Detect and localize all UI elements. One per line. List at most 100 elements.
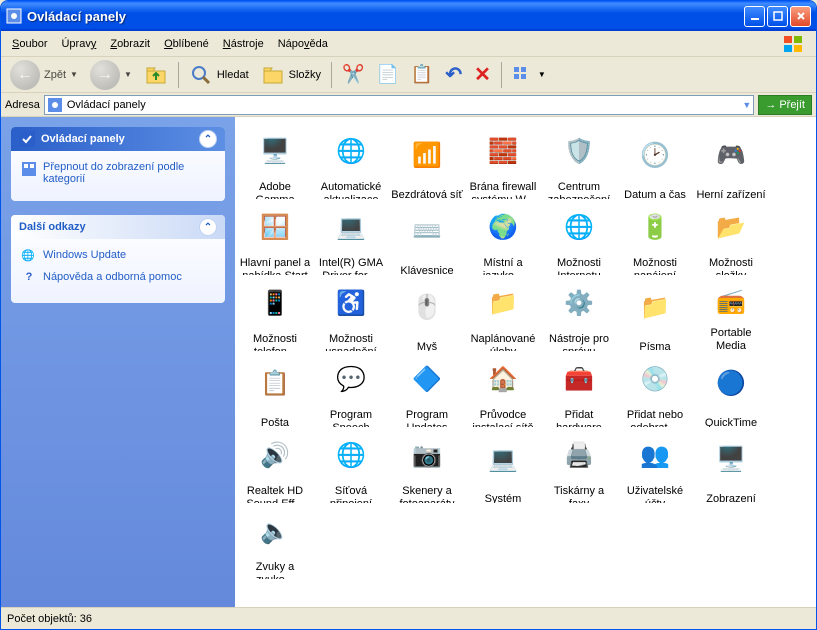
cp-item[interactable]: 🏠Průvodce instalací sítě xyxy=(465,353,541,429)
cp-item-label: Síťová připojení xyxy=(315,485,387,503)
panel-header-cp[interactable]: Ovládací panely ⌃ xyxy=(11,127,225,151)
cp-item[interactable]: 🌐Automatické aktualizace xyxy=(313,125,389,201)
cp-item[interactable]: 📷Skenery a fotoaparáty xyxy=(389,429,465,505)
cp-item[interactable]: 📻Portable Media Devices xyxy=(693,277,769,353)
cp-item[interactable]: 📱Možnosti telefon... xyxy=(237,277,313,353)
windows-update-link[interactable]: 🌐 Windows Update xyxy=(21,249,215,265)
cut-button[interactable]: ✂️ xyxy=(337,60,369,90)
cp-item[interactable]: 📂Možnosti složky xyxy=(693,201,769,277)
cp-item-icon: 🧰 xyxy=(543,355,615,405)
cp-item[interactable]: 💻Intel(R) GMA Driver for ... xyxy=(313,201,389,277)
cp-item[interactable]: 🌐Síťová připojení xyxy=(313,429,389,505)
cp-item[interactable]: ⌨️Klávesnice xyxy=(389,201,465,277)
cp-item[interactable]: 🪟Hlavní panel a nabídka Start xyxy=(237,201,313,277)
cp-item[interactable]: 🔷Program Updates xyxy=(389,353,465,429)
cp-item[interactable]: 🔋Možnosti napájení xyxy=(617,201,693,277)
undo-button[interactable]: ↶ xyxy=(440,60,467,90)
cp-item-icon: 🔊 xyxy=(239,431,311,481)
cp-item[interactable]: 🔈Zvuky a zvuko... xyxy=(237,505,313,581)
address-input[interactable]: Ovládací panely ▼ xyxy=(44,95,754,115)
panel-header-links[interactable]: Další odkazy ⌃ xyxy=(11,215,225,239)
window-title: Ovládací panely xyxy=(27,9,744,24)
cp-item[interactable]: 🛡️Centrum zabezpečení xyxy=(541,125,617,201)
cp-item[interactable]: 🖥️Zobrazení xyxy=(693,429,769,505)
cp-item-icon: 📁 xyxy=(619,279,691,337)
cp-item[interactable]: 🖱️Myš xyxy=(389,277,465,353)
cp-item-label: Portable Media Devices xyxy=(695,327,767,351)
menubar: SSouboroubor Úpravy Zobrazit Oblíbené Ná… xyxy=(1,31,816,57)
address-bar: Adresa Ovládací panely ▼ → Přejít xyxy=(1,93,816,117)
cp-item[interactable]: ⚙️Nástroje pro správu xyxy=(541,277,617,353)
cp-item-label: Pošta xyxy=(261,417,289,427)
help-support-link[interactable]: ? Nápověda a odborná pomoc xyxy=(21,271,215,287)
cp-item-label: Naplánované úlohy xyxy=(467,333,539,351)
forward-button[interactable]: → ▼ xyxy=(85,60,137,90)
cp-item[interactable]: 🕑Datum a čas xyxy=(617,125,693,201)
menu-file[interactable]: SSouboroubor xyxy=(5,35,54,53)
maximize-button[interactable] xyxy=(767,6,788,27)
cp-item-label: QuickTime xyxy=(705,417,757,427)
cp-item[interactable]: 🌍Místní a jazyko... xyxy=(465,201,541,277)
cp-item-label: Hlavní panel a nabídka Start xyxy=(239,257,311,275)
cp-item[interactable]: 🎮Herní zařízení xyxy=(693,125,769,201)
windows-logo xyxy=(774,32,812,56)
views-button[interactable]: ▼ xyxy=(507,60,551,90)
cp-item-icon: 💻 xyxy=(467,431,539,489)
cp-item[interactable]: 📶Bezdrátová síť xyxy=(389,125,465,201)
cp-item-label: Uživatelské účty xyxy=(619,485,691,503)
cp-item[interactable]: 📋 Pošta xyxy=(237,353,313,429)
cp-item[interactable]: 💻Systém xyxy=(465,429,541,505)
cp-item-label: Herní zařízení xyxy=(696,189,765,199)
menu-favorites[interactable]: Oblíbené xyxy=(157,35,216,53)
dropdown-icon[interactable]: ▼ xyxy=(742,100,751,110)
copy-button[interactable]: 📄 xyxy=(371,60,403,90)
cp-item-icon: ♿ xyxy=(315,279,387,329)
object-count: Počet objektů: 36 xyxy=(7,613,92,625)
go-button[interactable]: → Přejít xyxy=(758,95,812,115)
statusbar: Počet objektů: 36 xyxy=(1,607,816,629)
switch-view-icon xyxy=(21,161,37,177)
minimize-button[interactable] xyxy=(744,6,765,27)
cp-item[interactable]: 👥Uživatelské účty xyxy=(617,429,693,505)
cp-item[interactable]: 🔵QuickTime xyxy=(693,353,769,429)
cp-item-icon: 🖱️ xyxy=(391,279,463,337)
cp-item[interactable]: 📁Písma xyxy=(617,277,693,353)
menu-edit[interactable]: Úpravy xyxy=(54,35,103,53)
cp-item-label: Možnosti usnadnění xyxy=(315,333,387,351)
menu-help[interactable]: Nápověda xyxy=(271,35,335,53)
up-button[interactable] xyxy=(139,60,173,90)
delete-button[interactable]: ✕ xyxy=(469,60,496,90)
panel-see-also: Další odkazy ⌃ 🌐 Windows Update ? Nápově… xyxy=(11,215,225,303)
cp-item[interactable]: 💬Program Speech xyxy=(313,353,389,429)
cut-icon: ✂️ xyxy=(342,64,364,85)
collapse-icon[interactable]: ⌃ xyxy=(199,218,217,236)
cp-item-label: Klávesnice xyxy=(400,265,453,275)
content-area: 🖥️Adobe Gamma🌐Automatické aktualizace📶Be… xyxy=(235,117,816,607)
cp-item[interactable]: 💿Přidat nebo odebrat ... xyxy=(617,353,693,429)
folders-button[interactable]: Složky xyxy=(256,60,326,90)
cp-item[interactable]: 🖥️Adobe Gamma xyxy=(237,125,313,201)
menu-view[interactable]: Zobrazit xyxy=(103,35,157,53)
address-label: Adresa xyxy=(5,99,40,111)
back-arrow-icon: ← xyxy=(10,60,40,90)
cp-item[interactable]: 📁Naplánované úlohy xyxy=(465,277,541,353)
back-button[interactable]: ← Zpět ▼ xyxy=(5,60,83,90)
switch-to-category-view-link[interactable]: Přepnout do zobrazení podle kategorií xyxy=(21,161,215,185)
cp-item-icon: 🌍 xyxy=(467,203,539,253)
panel-title-cp: Ovládací panely xyxy=(41,133,125,145)
cp-item[interactable]: 🧰Přidat hardware xyxy=(541,353,617,429)
cp-item[interactable]: 🔊Realtek HD Sound Eff... xyxy=(237,429,313,505)
cp-item[interactable]: 🧱Brána firewall systému W... xyxy=(465,125,541,201)
collapse-icon[interactable]: ⌃ xyxy=(199,130,217,148)
delete-icon: ✕ xyxy=(474,62,491,87)
cp-item[interactable]: 🖨️Tiskárny a faxy xyxy=(541,429,617,505)
cp-item-icon: 📋 xyxy=(239,355,311,413)
search-button[interactable]: Hledat xyxy=(184,60,254,90)
cp-item[interactable]: ♿ Možnosti usnadnění xyxy=(313,277,389,353)
close-button[interactable] xyxy=(790,6,811,27)
go-arrow-icon: → xyxy=(765,99,776,111)
cp-item[interactable]: 🌐Možnosti Internetu xyxy=(541,201,617,277)
cp-item-label: Adobe Gamma xyxy=(239,181,311,199)
paste-button[interactable]: 📋 xyxy=(406,60,438,90)
menu-tools[interactable]: Nástroje xyxy=(216,35,271,53)
